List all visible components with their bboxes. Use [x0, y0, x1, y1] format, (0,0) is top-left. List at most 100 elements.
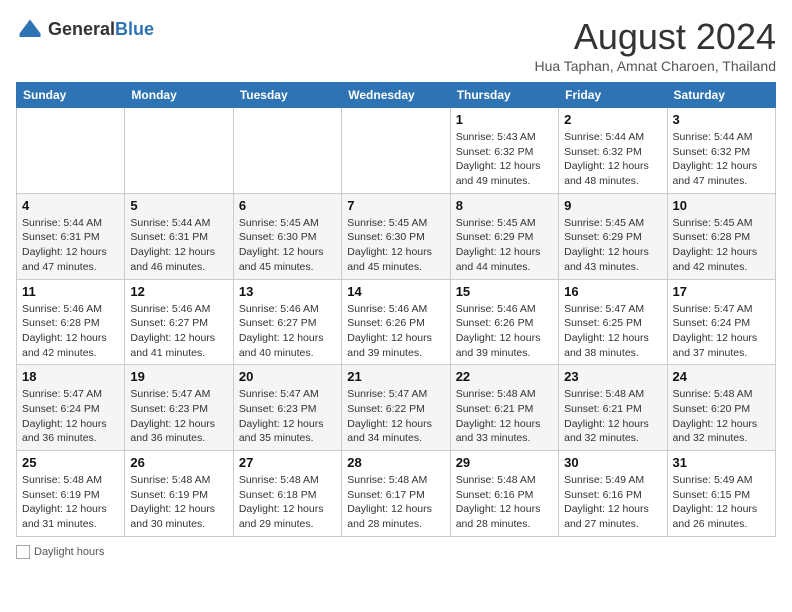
day-number: 12: [130, 284, 227, 299]
calendar-table: SundayMondayTuesdayWednesdayThursdayFrid…: [16, 82, 776, 537]
day-info: Sunrise: 5:47 AM Sunset: 6:23 PM Dayligh…: [239, 387, 336, 446]
calendar-cell: 10 Sunrise: 5:45 AM Sunset: 6:28 PM Dayli…: [667, 193, 775, 279]
week-row-1: 4Sunrise: 5:44 AM Sunset: 6:31 PM Daylig…: [17, 193, 776, 279]
logo: General Blue: [16, 16, 154, 44]
day-number: 19: [130, 369, 227, 384]
day-header-tuesday: Tuesday: [233, 83, 341, 108]
calendar-cell: 28Sunrise: 5:48 AM Sunset: 6:17 PM Dayli…: [342, 451, 450, 537]
day-info: Sunrise: 5:44 AM Sunset: 6:31 PM Dayligh…: [130, 216, 227, 275]
day-number: 8: [456, 198, 553, 213]
week-row-2: 11Sunrise: 5:46 AM Sunset: 6:28 PM Dayli…: [17, 279, 776, 365]
calendar-cell: 21 Sunrise: 5:47 AM Sunset: 6:22 PM Dayli…: [342, 365, 450, 451]
calendar-cell: 8 Sunrise: 5:45 AM Sunset: 6:29 PM Daylig…: [450, 193, 558, 279]
calendar-cell: [17, 108, 125, 194]
calendar-cell: [342, 108, 450, 194]
calendar-cell: 23Sunrise: 5:48 AM Sunset: 6:21 PM Dayli…: [559, 365, 667, 451]
day-number: 27: [239, 455, 336, 470]
calendar-cell: 25 Sunrise: 5:48 AM Sunset: 6:19 PM Dayli…: [17, 451, 125, 537]
calendar-cell: 13 Sunrise: 5:46 AM Sunset: 6:27 PM Dayli…: [233, 279, 341, 365]
day-number: 22: [456, 369, 553, 384]
day-number: 13: [239, 284, 336, 299]
day-info: Sunrise: 5:48 AM Sunset: 6:20 PM Dayligh…: [673, 387, 770, 446]
day-info: Sunrise: 5:46 AM Sunset: 6:27 PM Dayligh…: [130, 302, 227, 361]
day-number: 7: [347, 198, 444, 213]
week-row-3: 18Sunrise: 5:47 AM Sunset: 6:24 PM Dayli…: [17, 365, 776, 451]
day-number: 10: [673, 198, 770, 213]
day-info: Sunrise: 5:49 AM Sunset: 6:16 PM Dayligh…: [564, 473, 661, 532]
day-info: Sunrise: 5:48 AM Sunset: 6:18 PM Dayligh…: [239, 473, 336, 532]
calendar-cell: 30 Sunrise: 5:49 AM Sunset: 6:16 PM Dayli…: [559, 451, 667, 537]
month-title: August 2024: [534, 16, 776, 58]
day-info: Sunrise: 5:43 AM Sunset: 6:32 PM Dayligh…: [456, 130, 553, 189]
day-info: Sunrise: 5:46 AM Sunset: 6:27 PM Dayligh…: [239, 302, 336, 361]
day-info: Sunrise: 5:44 AM Sunset: 6:32 PM Dayligh…: [564, 130, 661, 189]
day-number: 21: [347, 369, 444, 384]
day-number: 31: [673, 455, 770, 470]
calendar-cell: 22 Sunrise: 5:48 AM Sunset: 6:21 PM Dayli…: [450, 365, 558, 451]
title-block: August 2024 Hua Taphan, Amnat Charoen, T…: [534, 16, 776, 74]
day-header-thursday: Thursday: [450, 83, 558, 108]
day-info: Sunrise: 5:47 AM Sunset: 6:22 PM Dayligh…: [347, 387, 444, 446]
day-info: Sunrise: 5:45 AM Sunset: 6:30 PM Dayligh…: [347, 216, 444, 275]
week-row-0: 1 Sunrise: 5:43 AM Sunset: 6:32 PM Daylig…: [17, 108, 776, 194]
day-headers-row: SundayMondayTuesdayWednesdayThursdayFrid…: [17, 83, 776, 108]
legend-daylight-label: Daylight hours: [34, 546, 104, 558]
day-number: 11: [22, 284, 119, 299]
calendar-cell: 15 Sunrise: 5:46 AM Sunset: 6:26 PM Dayli…: [450, 279, 558, 365]
day-info: Sunrise: 5:45 AM Sunset: 6:30 PM Dayligh…: [239, 216, 336, 275]
day-info: Sunrise: 5:48 AM Sunset: 6:19 PM Dayligh…: [130, 473, 227, 532]
day-number: 3: [673, 112, 770, 127]
day-number: 14: [347, 284, 444, 299]
day-info: Sunrise: 5:44 AM Sunset: 6:32 PM Dayligh…: [673, 130, 770, 189]
day-number: 6: [239, 198, 336, 213]
day-number: 2: [564, 112, 661, 127]
day-info: Sunrise: 5:47 AM Sunset: 6:25 PM Dayligh…: [564, 302, 661, 361]
day-header-sunday: Sunday: [17, 83, 125, 108]
calendar-cell: 9Sunrise: 5:45 AM Sunset: 6:29 PM Daylig…: [559, 193, 667, 279]
day-number: 1: [456, 112, 553, 127]
day-info: Sunrise: 5:45 AM Sunset: 6:28 PM Dayligh…: [673, 216, 770, 275]
day-info: Sunrise: 5:46 AM Sunset: 6:26 PM Dayligh…: [456, 302, 553, 361]
logo-blue-text: Blue: [115, 20, 154, 40]
calendar-cell: 5 Sunrise: 5:44 AM Sunset: 6:31 PM Daylig…: [125, 193, 233, 279]
calendar-cell: 1 Sunrise: 5:43 AM Sunset: 6:32 PM Daylig…: [450, 108, 558, 194]
calendar-cell: 17Sunrise: 5:47 AM Sunset: 6:24 PM Dayli…: [667, 279, 775, 365]
day-number: 16: [564, 284, 661, 299]
calendar-cell: 18Sunrise: 5:47 AM Sunset: 6:24 PM Dayli…: [17, 365, 125, 451]
calendar-cell: 14Sunrise: 5:46 AM Sunset: 6:26 PM Dayli…: [342, 279, 450, 365]
day-number: 28: [347, 455, 444, 470]
calendar-cell: 3 Sunrise: 5:44 AM Sunset: 6:32 PM Daylig…: [667, 108, 775, 194]
day-number: 25: [22, 455, 119, 470]
calendar-cell: 4Sunrise: 5:44 AM Sunset: 6:31 PM Daylig…: [17, 193, 125, 279]
day-info: Sunrise: 5:47 AM Sunset: 6:24 PM Dayligh…: [22, 387, 119, 446]
location-subtitle: Hua Taphan, Amnat Charoen, Thailand: [534, 58, 776, 74]
day-info: Sunrise: 5:49 AM Sunset: 6:15 PM Dayligh…: [673, 473, 770, 532]
calendar-cell: 7 Sunrise: 5:45 AM Sunset: 6:30 PM Daylig…: [342, 193, 450, 279]
day-number: 30: [564, 455, 661, 470]
calendar-cell: 20Sunrise: 5:47 AM Sunset: 6:23 PM Dayli…: [233, 365, 341, 451]
day-number: 17: [673, 284, 770, 299]
calendar-cell: 31 Sunrise: 5:49 AM Sunset: 6:15 PM Dayli…: [667, 451, 775, 537]
day-header-friday: Friday: [559, 83, 667, 108]
calendar-cell: 2 Sunrise: 5:44 AM Sunset: 6:32 PM Daylig…: [559, 108, 667, 194]
day-info: Sunrise: 5:48 AM Sunset: 6:16 PM Dayligh…: [456, 473, 553, 532]
day-number: 15: [456, 284, 553, 299]
calendar-cell: 16 Sunrise: 5:47 AM Sunset: 6:25 PM Dayli…: [559, 279, 667, 365]
day-header-saturday: Saturday: [667, 83, 775, 108]
day-number: 5: [130, 198, 227, 213]
calendar-cell: 24 Sunrise: 5:48 AM Sunset: 6:20 PM Dayli…: [667, 365, 775, 451]
calendar-cell: [233, 108, 341, 194]
day-number: 24: [673, 369, 770, 384]
day-info: Sunrise: 5:48 AM Sunset: 6:21 PM Dayligh…: [456, 387, 553, 446]
page-header: General Blue August 2024 Hua Taphan, Amn…: [16, 16, 776, 74]
day-info: Sunrise: 5:45 AM Sunset: 6:29 PM Dayligh…: [456, 216, 553, 275]
logo-icon: [16, 16, 44, 44]
legend-color-box: [16, 545, 30, 559]
day-header-wednesday: Wednesday: [342, 83, 450, 108]
day-number: 9: [564, 198, 661, 213]
calendar-cell: 6 Sunrise: 5:45 AM Sunset: 6:30 PM Daylig…: [233, 193, 341, 279]
calendar-cell: 26Sunrise: 5:48 AM Sunset: 6:19 PM Dayli…: [125, 451, 233, 537]
calendar-cell: 11Sunrise: 5:46 AM Sunset: 6:28 PM Dayli…: [17, 279, 125, 365]
day-info: Sunrise: 5:44 AM Sunset: 6:31 PM Dayligh…: [22, 216, 119, 275]
day-info: Sunrise: 5:48 AM Sunset: 6:19 PM Dayligh…: [22, 473, 119, 532]
